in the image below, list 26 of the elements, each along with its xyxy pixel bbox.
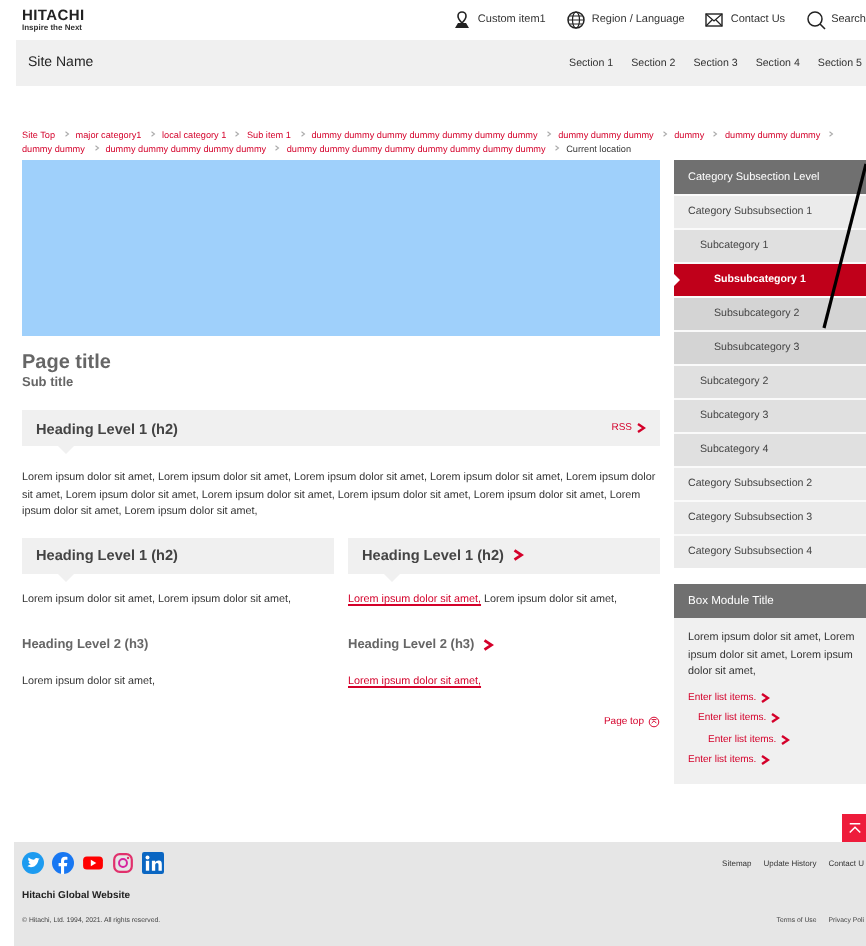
play-icon[interactable]: [82, 852, 104, 874]
back-to-top-button[interactable]: [842, 814, 866, 842]
up-circle-icon: [648, 715, 660, 728]
chevron-icon: [63, 130, 70, 138]
chevron-icon: [299, 130, 306, 138]
globe-icon: [565, 10, 586, 30]
chevron-icon: [712, 130, 719, 138]
camera-icon[interactable]: [112, 852, 134, 874]
chevron-icon: [482, 637, 495, 652]
chevron-icon: [274, 144, 281, 152]
up-arrow-icon: [847, 821, 861, 835]
chevron-icon: [234, 130, 241, 138]
marker-icon: [674, 274, 680, 286]
page-title: Page title: [22, 352, 113, 374]
linkedin-icon[interactable]: [142, 852, 164, 874]
chevron-icon: [93, 144, 100, 152]
chevron-icon: [636, 422, 646, 434]
chevron-icon: [150, 130, 157, 138]
chevron-icon: [662, 130, 669, 138]
facebook-icon[interactable]: [52, 852, 74, 874]
person-pin-icon: [451, 10, 472, 30]
mail-icon: [704, 10, 725, 30]
chevron-icon: [511, 548, 524, 563]
bird-icon[interactable]: [22, 852, 44, 874]
chevron-icon: [828, 130, 835, 138]
search-icon: [805, 10, 826, 30]
